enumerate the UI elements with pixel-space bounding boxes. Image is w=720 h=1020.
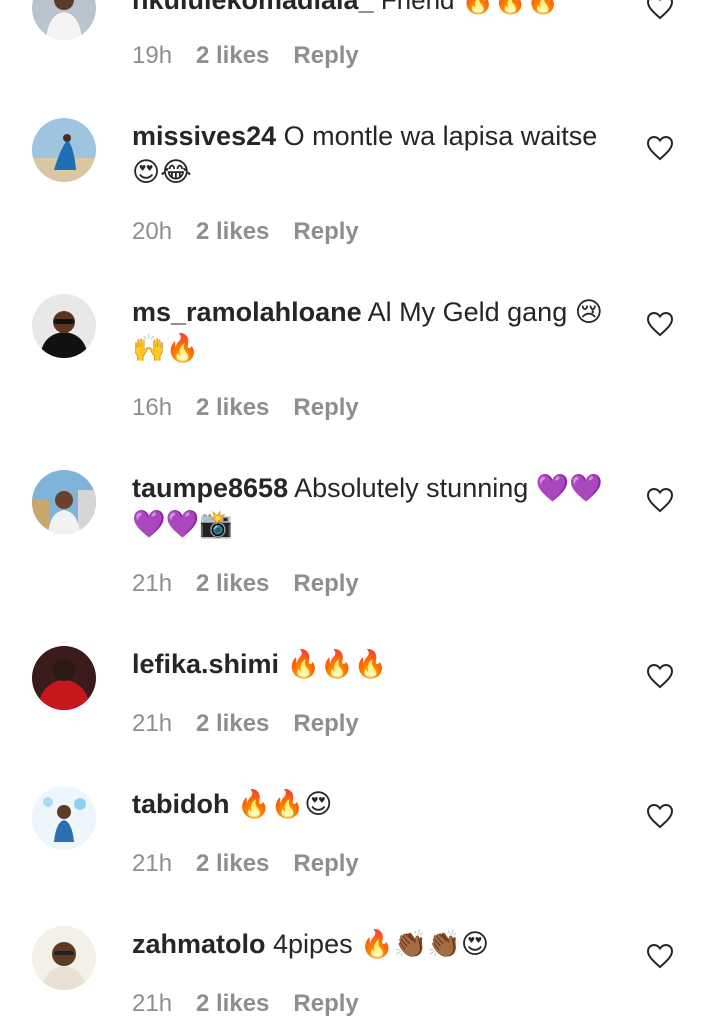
comment-text: 🔥🔥😍 xyxy=(229,789,333,819)
comment-meta: 16h 2 likes Reply xyxy=(132,394,359,422)
comment-username[interactable]: taumpe8658 xyxy=(132,473,288,503)
comment-username[interactable]: missives24 xyxy=(132,121,276,151)
comment-likes[interactable]: 2 likes xyxy=(196,570,269,597)
reply-button[interactable]: Reply xyxy=(293,710,358,737)
comment-meta: 19h 2 likes Reply xyxy=(132,42,359,70)
avatar[interactable] xyxy=(32,926,96,990)
avatar[interactable] xyxy=(32,470,96,534)
comment-text: 4pipes 🔥👏🏾👏🏾😍 xyxy=(265,929,490,959)
heart-icon[interactable] xyxy=(646,487,674,513)
comment-text: Friend 🔥🔥🔥 xyxy=(373,0,559,15)
comment-time: 19h xyxy=(132,42,173,69)
avatar[interactable] xyxy=(32,786,96,850)
reply-button[interactable]: Reply xyxy=(293,42,358,69)
comment-username[interactable]: tabidoh xyxy=(132,789,229,819)
comment-username[interactable]: ms_ramolahloane xyxy=(132,297,362,327)
comment-body: tabidoh 🔥🔥😍 xyxy=(132,786,622,822)
avatar[interactable] xyxy=(32,294,96,358)
comment-time: 21h xyxy=(132,710,173,737)
heart-icon[interactable] xyxy=(646,663,674,689)
comment-meta: 20h 2 likes Reply xyxy=(132,218,359,246)
reply-button[interactable]: Reply xyxy=(293,570,358,597)
comment-body: nkululekomadlala_ Friend 🔥🔥🔥 xyxy=(132,0,622,18)
comment-time: 20h xyxy=(132,218,173,245)
comment-likes[interactable]: 2 likes xyxy=(196,394,269,421)
reply-button[interactable]: Reply xyxy=(293,218,358,245)
comment-meta: 21h 2 likes Reply xyxy=(132,710,359,738)
heart-icon[interactable] xyxy=(646,311,674,337)
comment-body: lefika.shimi 🔥🔥🔥 xyxy=(132,646,622,682)
heart-icon[interactable] xyxy=(646,943,674,969)
avatar[interactable] xyxy=(32,0,96,40)
comment-meta: 21h 2 likes Reply xyxy=(132,990,359,1018)
heart-icon[interactable] xyxy=(646,803,674,829)
comment-time: 21h xyxy=(132,570,173,597)
heart-icon[interactable] xyxy=(646,0,674,20)
comment-body: ms_ramolahloane Al My Geld gang 😢🙌🔥 xyxy=(132,294,622,366)
avatar[interactable] xyxy=(32,646,96,710)
comment-time: 21h xyxy=(132,850,173,877)
comment-meta: 21h 2 likes Reply xyxy=(132,570,359,598)
comment-body: missives24 O montle wa lapisa waitse 😍😂 xyxy=(132,118,622,190)
comment-username[interactable]: zahmatolo xyxy=(132,929,266,959)
comment-likes[interactable]: 2 likes xyxy=(196,218,269,245)
comment-likes[interactable]: 2 likes xyxy=(196,990,269,1017)
comment-body: zahmatolo 4pipes 🔥👏🏾👏🏾😍 xyxy=(132,926,622,962)
comment-body: taumpe8658 Absolutely stunning 💜💜💜💜📸 xyxy=(132,470,622,542)
comment-meta: 21h 2 likes Reply xyxy=(132,850,359,878)
comment-time: 21h xyxy=(132,990,173,1017)
reply-button[interactable]: Reply xyxy=(293,394,358,421)
heart-icon[interactable] xyxy=(646,135,674,161)
comments-list: nkululekomadlala_ Friend 🔥🔥🔥 19h 2 likes R… xyxy=(0,0,720,1020)
comment-text: 🔥🔥🔥 xyxy=(279,649,388,679)
comment-time: 16h xyxy=(132,394,173,421)
comment-likes[interactable]: 2 likes xyxy=(196,850,269,877)
reply-button[interactable]: Reply xyxy=(293,850,358,877)
avatar[interactable] xyxy=(32,118,96,182)
comment-likes[interactable]: 2 likes xyxy=(196,710,269,737)
comment-likes[interactable]: 2 likes xyxy=(196,42,269,69)
comment-username[interactable]: nkululekomadlala_ xyxy=(132,0,374,15)
reply-button[interactable]: Reply xyxy=(293,990,358,1017)
comment-username[interactable]: lefika.shimi xyxy=(132,649,279,679)
